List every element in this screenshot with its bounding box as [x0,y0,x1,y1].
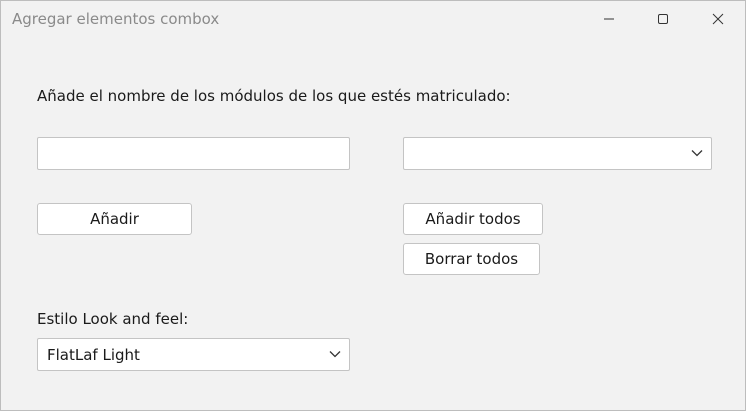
minimize-button[interactable] [586,1,632,37]
delete-all-button[interactable]: Borrar todos [403,243,540,275]
chevron-down-icon [691,150,703,157]
look-and-feel-label: Estilo Look and feel: [37,310,189,328]
look-and-feel-value: FlatLaf Light [47,346,140,364]
add-all-button[interactable]: Añadir todos [403,203,543,235]
maximize-button[interactable] [640,1,686,37]
module-name-input[interactable] [37,137,350,170]
instruction-label: Añade el nombre de los módulos de los qu… [37,87,511,105]
look-and-feel-combo[interactable]: FlatLaf Light [37,338,350,371]
minimize-icon [604,18,614,20]
title-bar[interactable]: Agregar elementos combox [1,1,745,39]
modules-combo[interactable] [403,137,712,170]
app-window: Agregar elementos combox Añade el nombre… [0,0,746,411]
close-button[interactable] [695,1,741,37]
close-icon [712,13,724,25]
chevron-down-icon [329,351,341,358]
window-title: Agregar elementos combox [12,10,220,28]
maximize-icon [658,14,668,24]
add-button[interactable]: Añadir [37,203,192,235]
